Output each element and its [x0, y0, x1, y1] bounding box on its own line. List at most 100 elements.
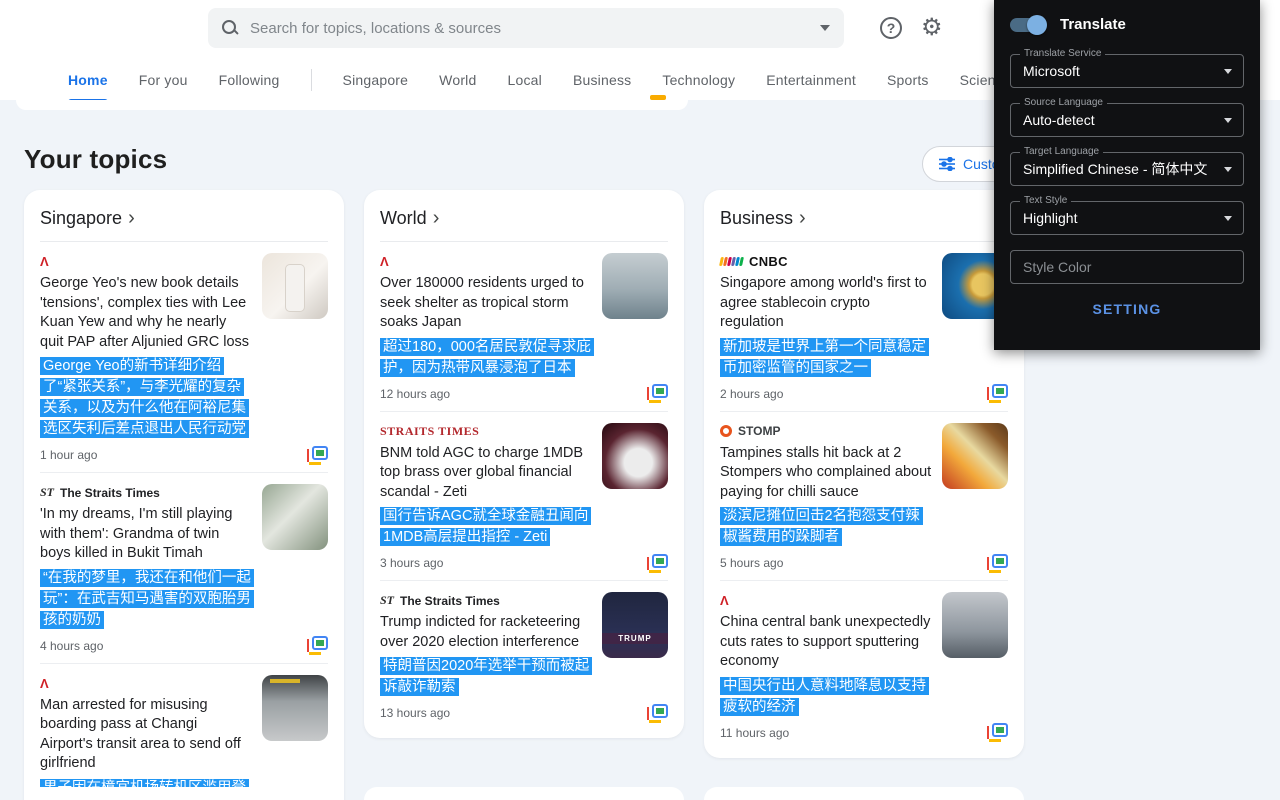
article-headline[interactable]: George Yeo's new book details 'tensions'… — [40, 274, 252, 352]
article-thumbnail[interactable] — [262, 484, 328, 550]
article-timestamp: 2 hours ago — [720, 387, 783, 401]
settings-gear-icon[interactable]: ⚙ — [921, 14, 943, 42]
article-translation: 国行告诉AGC就全球金融丑闻向1MDB高层提出指控 - Zeti — [380, 506, 592, 548]
source-row[interactable]: STOMP — [720, 423, 932, 440]
translate-page-icon[interactable] — [307, 636, 328, 655]
tab-sports[interactable]: Sports — [887, 72, 929, 88]
topic-card-header[interactable]: World — [380, 198, 668, 241]
source-row[interactable]: ST The Straits Times — [380, 592, 592, 609]
article-timestamp: 1 hour ago — [40, 448, 97, 462]
topic-card-header[interactable]: Business — [720, 198, 1008, 241]
style-color-input[interactable]: Style Color — [1010, 250, 1244, 284]
translate-page-icon[interactable] — [987, 554, 1008, 573]
article-headline[interactable]: Trump indicted for racketeering over 202… — [380, 613, 592, 652]
search-dropdown-caret-icon[interactable] — [820, 25, 830, 31]
article-headline[interactable]: BNM told AGC to charge 1MDB top brass ov… — [380, 444, 592, 503]
translate-icon-sliver — [650, 95, 666, 100]
article-thumbnail[interactable] — [602, 253, 668, 319]
chevron-down-icon — [1224, 216, 1232, 221]
translate-page-icon[interactable] — [647, 384, 668, 403]
article-headline[interactable]: China central bank unexpectedly cuts rat… — [720, 613, 932, 672]
tab-technology[interactable]: Technology — [662, 72, 735, 88]
topic-card-singapore: Singapore Λ George Yeo's new book detail… — [24, 190, 344, 800]
translate-page-icon[interactable] — [647, 704, 668, 723]
article-thumbnail[interactable] — [262, 675, 328, 741]
tab-business[interactable]: Business — [573, 72, 631, 88]
article-timestamp: 4 hours ago — [40, 639, 103, 653]
field-label: Translate Service — [1020, 48, 1105, 59]
cna-logo-icon: Λ — [720, 594, 729, 607]
text-style-select[interactable]: Text Style Highlight — [1010, 201, 1244, 235]
translate-page-icon[interactable] — [987, 723, 1008, 742]
article: Λ George Yeo's new book details 'tension… — [40, 242, 328, 472]
source-row[interactable]: Λ — [380, 253, 592, 270]
article: Λ Man arrested for misusing boarding pas… — [40, 664, 328, 800]
tab-following[interactable]: Following — [219, 72, 280, 88]
card-stub[interactable] — [704, 787, 1024, 800]
article-thumbnail[interactable] — [942, 423, 1008, 489]
translate-page-icon[interactable] — [647, 554, 668, 573]
source-label: CNBC — [749, 254, 788, 269]
new-straits-times-logo: STRAITS TIMES — [380, 424, 479, 439]
source-row[interactable]: STRAITS TIMES — [380, 423, 592, 440]
article-timestamp: 5 hours ago — [720, 556, 783, 570]
topic-card-business: Business CNBC Singapore among world's fi… — [704, 190, 1024, 758]
card-stub[interactable] — [364, 787, 684, 800]
tab-for-you[interactable]: For you — [139, 72, 188, 88]
article-thumbnail[interactable] — [602, 423, 668, 489]
translate-service-select[interactable]: Translate Service Microsoft — [1010, 54, 1244, 88]
tab-world[interactable]: World — [439, 72, 476, 88]
tab-local[interactable]: Local — [507, 72, 541, 88]
article-headline[interactable]: Singapore among world's first to agree s… — [720, 274, 932, 333]
field-label: Text Style — [1020, 195, 1071, 206]
article-translation: George Yeo的新书详细介绍了“紧张关系”，与李光耀的复杂关系，以及为什么… — [40, 356, 252, 440]
translate-page-icon[interactable] — [307, 446, 328, 465]
source-label: The Straits Times — [60, 486, 160, 500]
next-card-row — [24, 787, 1024, 800]
article-thumbnail[interactable]: TRUMP — [602, 592, 668, 658]
source-row[interactable]: Λ — [40, 675, 252, 692]
source-row[interactable]: Λ — [720, 592, 932, 609]
article: STRAITS TIMES BNM told AGC to charge 1MD… — [380, 412, 668, 581]
article-headline[interactable]: Tampines stalls hit back at 2 Stompers w… — [720, 444, 932, 503]
search-input[interactable] — [250, 20, 808, 37]
previous-card-cutoff — [16, 100, 688, 110]
source-row[interactable]: CNBC — [720, 253, 932, 270]
article-translation: 特朗普因2020年选举干预而被起诉敲诈勒索 — [380, 656, 592, 698]
thumbnail-text: TRUMP — [602, 633, 668, 644]
field-label: Source Language — [1020, 97, 1107, 108]
article: Λ China central bank unexpectedly cuts r… — [720, 581, 1008, 750]
search-icon — [222, 20, 238, 36]
translate-toggle[interactable] — [1010, 18, 1044, 32]
article-headline[interactable]: Man arrested for misusing boarding pass … — [40, 696, 252, 774]
cna-logo-icon: Λ — [40, 255, 49, 268]
article-timestamp: 11 hours ago — [720, 726, 789, 740]
tab-entertainment[interactable]: Entertainment — [766, 72, 856, 88]
article-timestamp: 3 hours ago — [380, 556, 443, 570]
tab-home[interactable]: Home — [68, 72, 108, 88]
article-thumbnail[interactable] — [942, 592, 1008, 658]
search-box[interactable] — [208, 8, 844, 48]
article-headline[interactable]: 'In my dreams, I'm still playing with th… — [40, 505, 252, 564]
article-translation: “在我的梦里，我还在和他们一起玩”：在武吉知马遇害的双胞胎男孩的奶奶 — [40, 568, 252, 631]
field-value: Highlight — [1011, 202, 1243, 234]
article: ST The Straits Times Trump indicted for … — [380, 581, 668, 730]
target-language-select[interactable]: Target Language Simplified Chinese - 简体中… — [1010, 152, 1244, 186]
nav-tabs: Home For you Following Singapore World L… — [68, 62, 1084, 98]
article: CNBC Singapore among world's first to ag… — [720, 242, 1008, 411]
source-row[interactable]: Λ — [40, 253, 252, 270]
chevron-down-icon — [1224, 167, 1232, 172]
topic-card-header[interactable]: Singapore — [40, 198, 328, 241]
source-row[interactable]: ST The Straits Times — [40, 484, 252, 501]
setting-link[interactable]: SETTING — [994, 301, 1260, 317]
article-headline[interactable]: Over 180000 residents urged to seek shel… — [380, 274, 592, 333]
source-language-select[interactable]: Source Language Auto-detect — [1010, 103, 1244, 137]
translate-page-icon[interactable] — [987, 384, 1008, 403]
article-thumbnail[interactable] — [262, 253, 328, 319]
tab-singapore[interactable]: Singapore — [343, 72, 409, 88]
help-icon[interactable]: ? — [880, 17, 902, 39]
article-translation: 新加坡是世界上第一个同意稳定币加密监管的国家之一 — [720, 337, 932, 379]
straits-times-logo-icon: ST — [40, 485, 54, 500]
card-stub[interactable] — [24, 787, 344, 800]
article-translation: 中国央行出人意料地降息以支持疲软的经济 — [720, 676, 932, 718]
